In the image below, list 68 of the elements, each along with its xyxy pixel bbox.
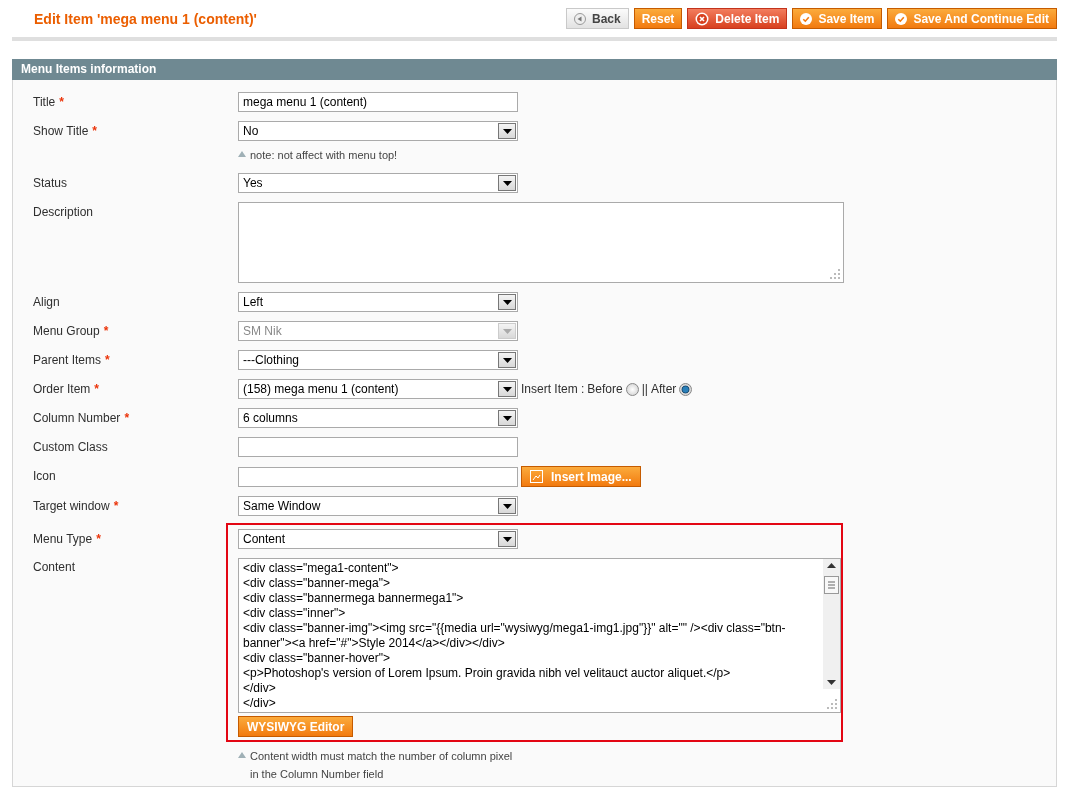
text-field[interactable] — [238, 437, 518, 457]
field-label: Content — [33, 560, 76, 574]
resize-grip-icon[interactable] — [826, 698, 838, 710]
field-label: Menu Type — [33, 532, 93, 546]
select-field[interactable]: 6 columns — [238, 408, 518, 428]
insert-item-label: Insert Item : — [521, 382, 585, 396]
field-label: Title — [33, 95, 56, 109]
select-field[interactable]: Yes — [238, 173, 518, 193]
required-asterisk: * — [105, 353, 110, 367]
field-label: Menu Group — [33, 324, 100, 338]
radio-label: After — [650, 382, 677, 396]
radio-label: Before — [587, 382, 623, 396]
separator-text: || — [641, 382, 648, 396]
field-note: note: not affect with menu top! — [250, 148, 399, 163]
text-field[interactable] — [238, 466, 518, 487]
field-label: Target window — [33, 499, 110, 513]
code-line: <div class="inner"> — [243, 606, 347, 621]
field-label: Align — [33, 295, 60, 309]
checkmark-icon — [895, 12, 908, 25]
select-field[interactable]: Content — [238, 529, 518, 549]
select-field[interactable]: Same Window — [238, 496, 518, 516]
required-asterisk: * — [113, 499, 119, 513]
radio-button[interactable] — [625, 382, 639, 396]
select-field[interactable]: No — [238, 121, 518, 141]
scroll-up-icon — [827, 563, 836, 568]
code-line: </div> — [243, 696, 277, 711]
field-label: Parent Items — [33, 353, 102, 367]
scroll-down-icon — [827, 680, 836, 685]
required-asterisk: * — [92, 124, 98, 138]
radio-button[interactable] — [679, 382, 693, 396]
field-label: Show Title — [33, 124, 89, 138]
code-line: <div class="mega1-content"> — [243, 561, 400, 576]
field-label: Order Item — [33, 382, 91, 396]
select-field[interactable]: Left — [238, 292, 518, 312]
field-label: Icon — [33, 469, 56, 483]
code-line: <div class="bannermega bannermega1"> — [243, 591, 465, 606]
scrollbar[interactable] — [823, 559, 840, 689]
note-triangle-icon — [238, 151, 246, 157]
page-title: Edit Item 'mega menu 1 (content)' — [34, 10, 257, 27]
select-field[interactable]: (158) mega menu 1 (content) — [238, 379, 518, 399]
checkmark-icon — [800, 12, 813, 25]
close-icon — [695, 11, 710, 26]
select-field[interactable]: ---Clothing — [238, 350, 518, 370]
required-asterisk: * — [94, 382, 100, 396]
required-asterisk: * — [103, 324, 109, 338]
required-asterisk: * — [96, 532, 101, 546]
text-field[interactable]: mega menu 1 (content) — [238, 92, 518, 112]
resize-grip-icon[interactable] — [829, 268, 841, 280]
field-label: Status — [33, 176, 68, 190]
required-asterisk: * — [124, 411, 130, 425]
field-note: Content width must match the number of column pixel in the Column Number field — [250, 749, 514, 782]
note-triangle-icon — [238, 752, 246, 758]
code-line: </div> — [243, 681, 277, 696]
scroll-thumb-icon — [824, 576, 839, 594]
toolbar-button[interactable]: Delete Item — [687, 8, 788, 29]
field-label: Column Number — [33, 411, 121, 425]
code-editor[interactable] — [238, 558, 841, 713]
section-header: Menu Items information — [12, 59, 1057, 80]
field-label: Custom Class — [33, 440, 108, 454]
code-line: <div class="banner-mega"> — [243, 576, 391, 591]
toolbar-button[interactable]: Back — [566, 8, 629, 29]
field-label: Description — [33, 205, 94, 219]
code-line: <div class="banner-hover"> — [243, 651, 391, 666]
image-icon — [530, 470, 543, 483]
code-line: <div class="banner-img"><img src="{{media url="wysiwyg/mega1-img1.jpg"}}" alt="" /><div class="btn- — [243, 621, 787, 636]
required-asterisk: * — [59, 95, 64, 109]
code-line: banner"><a href="#">Style 2014</a></div></div> — [243, 636, 506, 651]
code-line: <p>Photoshop's version of Lorem Ipsum. Proin gravida nibh vel velitauct auctor aliquet.</p> — [243, 666, 732, 681]
